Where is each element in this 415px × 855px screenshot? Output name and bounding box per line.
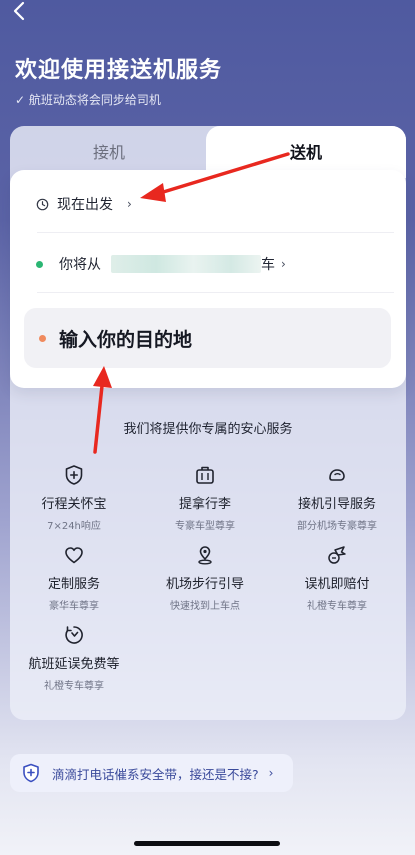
page-title: 欢迎使用接送机服务 — [15, 58, 223, 83]
service-item-delay-wait[interactable]: 航班延误免费等 礼橙专车尊享 — [9, 624, 139, 692]
page-subtitle: ✓ 航班动态将会同步给司机 — [15, 93, 161, 107]
heart-icon — [65, 547, 83, 564]
service-name: 航班延误免费等 — [28, 657, 120, 672]
home-indicator — [134, 841, 280, 846]
service-name: 行程关怀宝 — [41, 497, 107, 512]
service-name: 误机即赔付 — [304, 577, 370, 592]
redacted-location — [111, 255, 261, 273]
service-item-guide[interactable]: 接机引导服务 部分机场专豪尊享 — [272, 464, 402, 532]
service-name: 定制服务 — [47, 577, 100, 592]
service-desc: 礼橙专车尊享 — [44, 681, 104, 692]
pickup-location-row[interactable]: 你将从 车 › — [36, 252, 286, 276]
service-item-luggage[interactable]: 提拿行李 专豪车型尊享 — [140, 464, 270, 532]
tab-dropoff-label: 送机 — [289, 143, 322, 162]
back-arrow-icon — [13, 1, 25, 21]
departure-time-row[interactable]: 现在出发 › — [36, 192, 132, 216]
chevron-right-icon: › — [281, 257, 286, 271]
origin-dot-icon — [36, 260, 43, 268]
pickup-prefix: 你将从 — [59, 257, 101, 273]
service-desc: 7×24h响应 — [47, 521, 101, 532]
service-desc: 豪华车尊享 — [49, 601, 99, 612]
banner-text: 滴滴打电话催系安全带，接还是不接? — [52, 766, 259, 782]
service-desc: 专豪车型尊享 — [175, 521, 235, 532]
service-item-walk-guide[interactable]: 机场步行引导 快速找到上车点 — [140, 544, 270, 612]
service-item-trip-care[interactable]: 行程关怀宝 7×24h响应 — [9, 464, 139, 532]
service-name: 提拿行李 — [178, 497, 231, 512]
chevron-right-icon: › — [127, 197, 132, 211]
plane-icon — [328, 546, 346, 564]
service-item-custom[interactable]: 定制服务 豪华车尊享 — [9, 544, 139, 612]
service-desc: 部分机场专豪尊享 — [297, 521, 377, 532]
back-button[interactable] — [10, 0, 42, 28]
shield-plus-icon — [65, 465, 83, 485]
suitcase-icon — [196, 466, 214, 484]
destination-input[interactable]: 输入你的目的地 — [24, 308, 391, 368]
divider — [37, 292, 394, 293]
timer-icon — [65, 626, 83, 644]
destination-placeholder: 输入你的目的地 — [59, 328, 193, 351]
tab-pickup[interactable]: 接机 — [10, 126, 208, 174]
departure-time-label: 现在出发 — [57, 197, 113, 213]
location-pin-icon — [198, 546, 212, 565]
pickup-suffix: 车 — [261, 257, 275, 273]
service-desc: 礼橙专车尊享 — [307, 601, 367, 612]
services-heading: 我们将提供你专属的安心服务 — [123, 422, 293, 437]
chevron-right-icon: › — [268, 766, 274, 780]
clock-icon — [36, 198, 49, 210]
service-item-missed-flight[interactable]: 误机即赔付 礼橙专车尊享 — [272, 544, 402, 612]
guide-icon — [329, 469, 345, 481]
tab-pickup-label: 接机 — [92, 143, 125, 162]
service-name: 接机引导服务 — [297, 497, 376, 512]
service-desc: 快速找到上车点 — [170, 601, 240, 612]
safety-call-banner[interactable]: 滴滴打电话催系安全带，接还是不接? › — [10, 754, 293, 792]
destination-dot-icon — [39, 334, 46, 342]
shield-plus-icon — [23, 763, 39, 783]
divider — [37, 232, 394, 233]
service-name: 机场步行引导 — [165, 577, 244, 592]
